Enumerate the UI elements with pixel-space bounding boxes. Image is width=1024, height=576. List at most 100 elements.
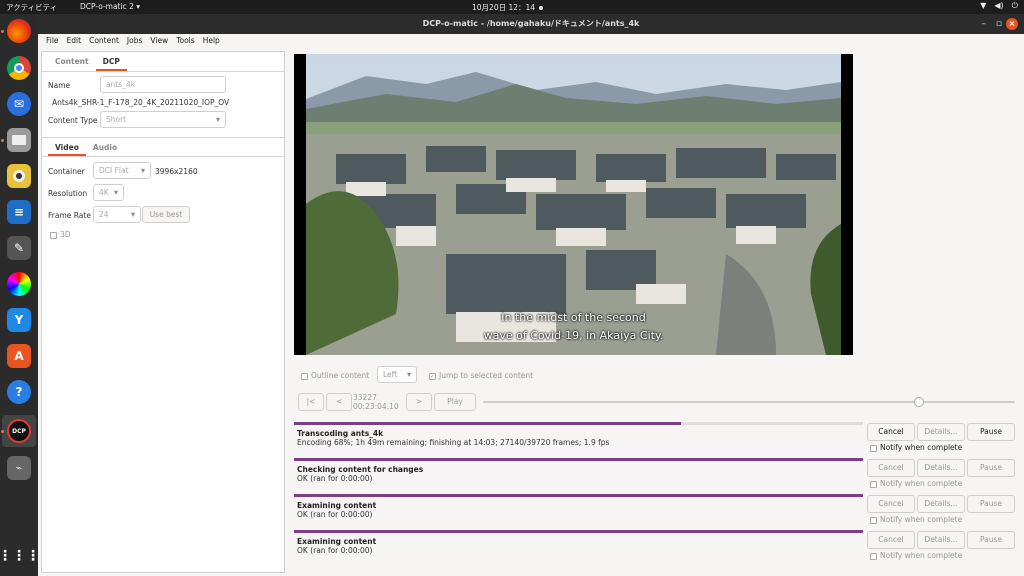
resolution-label: Resolution [48, 189, 88, 198]
apps-grid-icon[interactable]: ⋮⋮⋮ [0, 544, 40, 568]
top-bar: アクティビティ DCP-o-matic 2 ▾ 10月20日 12：14 ▼ ◀… [0, 0, 1024, 14]
job-status: Encoding 68%; 1h 49m remaining; finishin… [297, 438, 610, 447]
eye-select[interactable]: Left [377, 366, 417, 383]
job-cancel-button[interactable]: Cancel [867, 423, 915, 441]
container-size: 3996x2160 [155, 167, 198, 176]
job-progress-track [294, 458, 863, 461]
job-progress-track [294, 530, 863, 533]
outline-content-option[interactable]: Outline content [301, 371, 369, 380]
close-icon[interactable]: × [1006, 18, 1018, 30]
help-icon[interactable]: ? [7, 380, 31, 404]
files-icon[interactable] [7, 128, 31, 152]
notify-checkbox[interactable] [870, 480, 877, 488]
running-indicator-icon [1, 139, 4, 142]
menu-file[interactable]: File [42, 34, 63, 48]
video-audio-tabs: Video Audio [42, 137, 284, 157]
system-tray[interactable]: ▼ ◀) ⏻ [980, 1, 1018, 11]
name-input[interactable]: ants_4k [100, 76, 226, 93]
menu-help[interactable]: Help [199, 34, 224, 48]
firefox-icon[interactable] [7, 19, 31, 43]
content-type-label: Content Type [48, 116, 98, 125]
job-cancel-button[interactable]: Cancel [867, 495, 915, 513]
play-button[interactable]: Play [434, 393, 476, 411]
container-select[interactable]: DCI Flat [93, 162, 151, 179]
tab-audio[interactable]: Audio [86, 138, 124, 156]
notify-label: Notify when complete [880, 443, 963, 452]
timeline-slider-handle[interactable] [914, 397, 925, 407]
menu-content[interactable]: Content [85, 34, 123, 48]
job-progress-fill [294, 530, 863, 533]
notify-checkbox[interactable] [870, 516, 877, 524]
resolution-select[interactable]: 4K [93, 184, 124, 201]
power-icon[interactable]: ⏻ [1012, 1, 1018, 11]
notify-when-complete-option[interactable]: Notify when complete [870, 515, 962, 524]
software-center-icon[interactable]: A [7, 344, 31, 368]
job-pause-button[interactable]: Pause [967, 495, 1015, 513]
name-label: Name [48, 81, 71, 90]
volume-icon[interactable]: ◀) [994, 1, 1003, 11]
subtitle-line-1: In the midst of the second [501, 311, 646, 324]
tab-video[interactable]: Video [48, 138, 86, 156]
notify-when-complete-option[interactable]: Notify when complete [870, 443, 962, 452]
writer-icon[interactable]: ≡ [7, 200, 31, 224]
window-title: DCP-o-matic - /home/gahaku/ドキュメント/ants_4… [422, 19, 640, 28]
step-forward-button[interactable]: > [406, 393, 432, 411]
chrome-icon[interactable] [7, 56, 31, 80]
menu-tools[interactable]: Tools [172, 34, 198, 48]
rhythmbox-icon[interactable] [7, 164, 31, 188]
job-row: Examining content OK (ran for 0:00:00) [294, 530, 863, 562]
3d-option[interactable]: 3D [50, 230, 71, 239]
job-cancel-button[interactable]: Cancel [867, 531, 915, 549]
outline-content-checkbox[interactable] [301, 372, 308, 380]
notify-label: Notify when complete [880, 551, 963, 560]
jump-to-selected-option[interactable]: ✓ Jump to selected content [429, 371, 533, 380]
job-pause-button[interactable]: Pause [967, 459, 1015, 477]
notify-checkbox[interactable] [870, 552, 877, 560]
job-pause-button[interactable]: Pause [967, 423, 1015, 441]
video-preview[interactable]: In the midst of the second wave of Covid… [294, 54, 853, 355]
timeline-slider[interactable] [483, 401, 1015, 403]
menu-jobs[interactable]: Jobs [123, 34, 146, 48]
restore-icon[interactable]: ▫ [996, 19, 1002, 29]
step-back-button[interactable]: < [326, 393, 352, 411]
window-titlebar: DCP-o-matic - /home/gahaku/ドキュメント/ants_4… [38, 14, 1024, 34]
usb-drive-icon[interactable]: ⌁ [7, 456, 31, 480]
tab-content[interactable]: Content [48, 52, 96, 71]
job-progress-fill [294, 458, 863, 461]
notify-when-complete-option[interactable]: Notify when complete [870, 479, 962, 488]
thunderbird-icon[interactable]: ✉ [7, 92, 31, 116]
dcp-o-matic-icon[interactable]: DCP [7, 419, 31, 443]
go-to-start-button[interactable]: |< [298, 393, 324, 411]
notify-checkbox[interactable] [870, 444, 877, 452]
preview-frame-image [306, 54, 841, 355]
main-tabs: Content DCP [42, 52, 284, 72]
job-details-button[interactable]: Details... [917, 495, 965, 513]
job-details-button[interactable]: Details... [917, 531, 965, 549]
job-row: Examining content OK (ran for 0:00:00) [294, 494, 863, 526]
container-label: Container [48, 167, 85, 176]
jump-to-selected-checkbox[interactable]: ✓ [429, 372, 436, 380]
blender-icon[interactable]: Y [7, 308, 31, 332]
tab-dcp[interactable]: DCP [95, 52, 127, 71]
clock[interactable]: 10月20日 12：14 [472, 2, 544, 13]
minimize-icon[interactable]: – [982, 19, 987, 29]
use-best-button[interactable]: Use best [142, 206, 190, 223]
network-icon[interactable]: ▼ [980, 1, 986, 11]
dcp-name-text: Ants4k_SHR-1_F-178_20_4K_20211020_IOP_OV [52, 98, 230, 107]
app-menu[interactable]: DCP-o-matic 2 ▾ [80, 2, 140, 11]
activities-button[interactable]: アクティビティ [6, 2, 57, 13]
job-details-button[interactable]: Details... [917, 459, 965, 477]
job-cancel-button[interactable]: Cancel [867, 459, 915, 477]
content-type-select[interactable]: Short [100, 111, 226, 128]
notify-when-complete-option[interactable]: Notify when complete [870, 551, 962, 560]
job-details-button[interactable]: Details... [917, 423, 965, 441]
frame-rate-select[interactable]: 24 [93, 206, 141, 223]
job-pause-button[interactable]: Pause [967, 531, 1015, 549]
color-picker-icon[interactable] [7, 272, 31, 296]
frame-rate-label: Frame Rate [48, 211, 91, 220]
gimp-icon[interactable]: ✎ [7, 236, 31, 260]
menu-view[interactable]: View [146, 34, 172, 48]
3d-checkbox[interactable] [50, 231, 57, 239]
menu-edit[interactable]: Edit [63, 34, 86, 48]
dock: ✉ ≡ ✎ Y A ? DCP ⌁ ⋮⋮⋮ [0, 14, 40, 576]
